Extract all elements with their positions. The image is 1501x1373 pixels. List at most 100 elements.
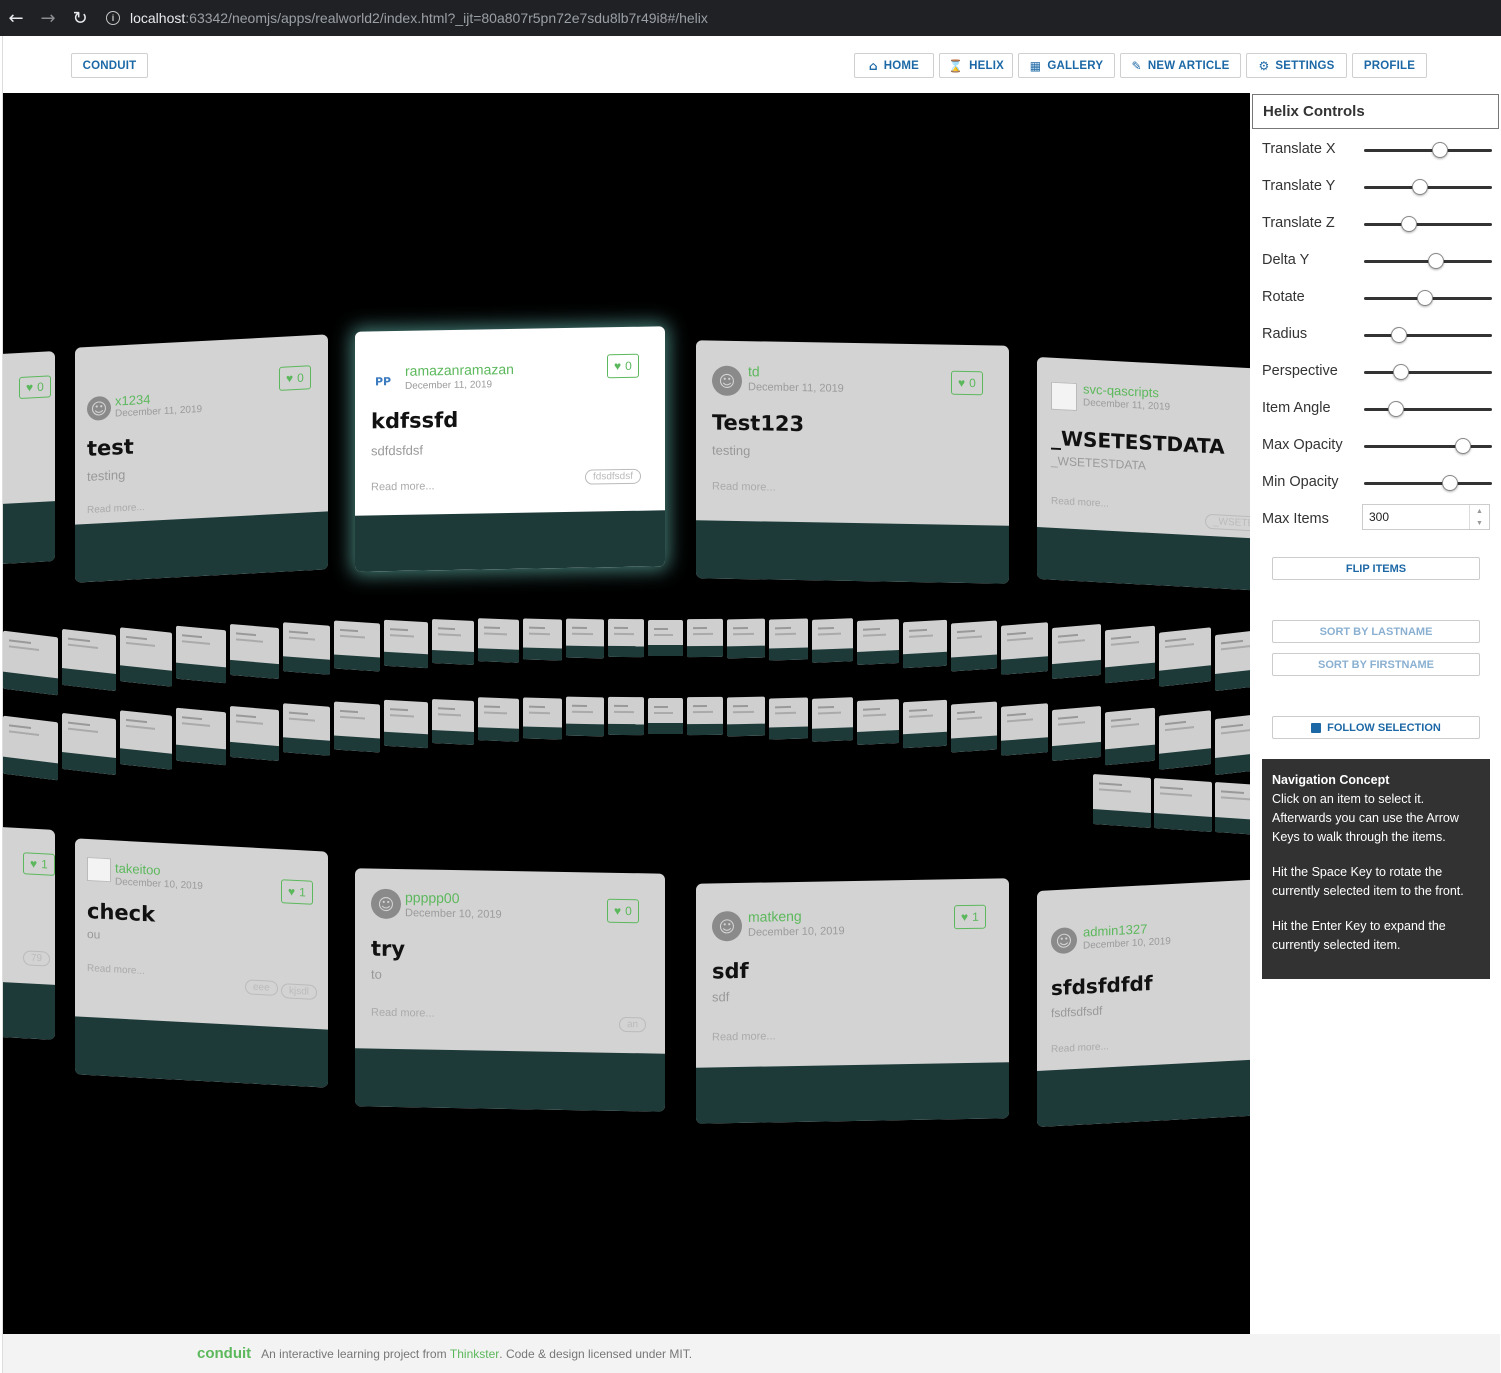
read-more-link[interactable]: Read more...	[87, 963, 145, 977]
favorite-button[interactable]: ♥ 0	[19, 375, 51, 399]
profile-button[interactable]: PROFILE	[1352, 53, 1427, 78]
helix-item-edge[interactable]: ♥ 0	[3, 351, 55, 565]
control-slider[interactable]	[1364, 401, 1492, 417]
sort-lastname-button[interactable]: SORT BY LASTNAME	[1272, 620, 1480, 643]
helix-mini-item[interactable]	[230, 623, 279, 680]
helix-mini-item[interactable]	[1001, 622, 1048, 675]
helix-mini-item[interactable]	[566, 618, 604, 659]
author-link[interactable]: ppppp00	[405, 889, 460, 906]
helix-mini-item[interactable]	[176, 707, 226, 766]
tag-pill[interactable]: _WSETES	[1205, 513, 1250, 533]
favorite-button[interactable]: ♥ 0	[279, 365, 311, 391]
helix-mini-item[interactable]	[3, 715, 58, 781]
slider-track[interactable]	[1364, 149, 1492, 152]
tag-pill[interactable]: 79	[23, 950, 51, 967]
sort-firstname-button[interactable]: SORT BY FIRSTNAME	[1272, 653, 1480, 676]
helix-mini-item[interactable]	[1215, 628, 1250, 692]
helix-mini-item[interactable]	[608, 696, 644, 736]
helix-mini-item[interactable]	[1105, 707, 1155, 766]
control-slider[interactable]	[1364, 253, 1492, 269]
helix-mini-item[interactable]	[1105, 625, 1155, 684]
helix-mini-item[interactable]	[1159, 710, 1211, 770]
helix-mini-item[interactable]	[432, 699, 474, 745]
slider-thumb[interactable]	[1388, 401, 1404, 417]
helix-item[interactable]: ☺ td December 11, 2019 ♥ 0 Test123 testin…	[696, 340, 1009, 584]
helix-mini-item[interactable]	[648, 698, 683, 734]
helix-mini-item[interactable]	[120, 627, 172, 687]
tag-pill[interactable]: fdsdfsdsf	[585, 468, 642, 485]
read-more-link[interactable]: Read more...	[1051, 1041, 1109, 1055]
conduit-brand-button[interactable]: CONDUIT	[71, 53, 148, 78]
helix-mini-item[interactable]	[283, 703, 330, 756]
home-button[interactable]: ⌂ HOME	[854, 53, 934, 78]
helix-mini-item[interactable]	[230, 705, 279, 762]
helix-mini-item[interactable]	[62, 712, 116, 776]
helix-mini-item[interactable]	[903, 699, 947, 749]
helix-mini-item[interactable]	[857, 619, 899, 665]
slider-thumb[interactable]	[1454, 438, 1471, 454]
favorite-button[interactable]: ♥ 1	[954, 904, 986, 930]
slider-thumb[interactable]	[1390, 327, 1407, 343]
read-more-link[interactable]: Read more...	[371, 480, 435, 493]
helix-item[interactable]: ☺ admin1327 December 10, 2019 sfdsfdfdf …	[1037, 878, 1250, 1128]
helix-mini-item[interactable]	[769, 618, 808, 661]
helix-mini-item[interactable]	[176, 625, 226, 684]
slider-track[interactable]	[1364, 223, 1492, 226]
helix-mini-item[interactable]	[608, 618, 644, 658]
helix-item[interactable]: takeitoo December 10, 2019 ♥ 1 check ou R…	[75, 838, 328, 1088]
helix-mini-item[interactable]	[1215, 712, 1250, 776]
forward-arrow-icon[interactable]: →	[32, 0, 64, 36]
slider-track[interactable]	[1364, 371, 1492, 374]
max-items-input[interactable]: 300 ▲ ▼	[1362, 504, 1490, 530]
helix-item[interactable]: svc-qascripts December 11, 2019 _WSETEST…	[1037, 356, 1250, 592]
footer-logo[interactable]: conduit	[197, 1345, 251, 1362]
favorite-button[interactable]: ♥ 0	[607, 898, 639, 924]
slider-thumb[interactable]	[1400, 216, 1417, 232]
helix-mini-item[interactable]	[727, 696, 765, 737]
helix-mini-item[interactable]	[62, 628, 116, 692]
slider-track[interactable]	[1364, 445, 1492, 448]
follow-selection-button[interactable]: FOLLOW SELECTION	[1272, 716, 1480, 739]
slider-thumb[interactable]	[1427, 253, 1444, 269]
author-link[interactable]: matkeng	[748, 908, 802, 925]
favorite-button[interactable]: ♥ 0	[607, 353, 639, 379]
helix-button[interactable]: ⌛ HELIX	[939, 53, 1013, 78]
helix-mini-item[interactable]	[1052, 705, 1101, 762]
back-arrow-icon[interactable]: ←	[0, 0, 32, 36]
thinkster-link[interactable]: Thinkster	[450, 1347, 499, 1361]
favorite-button[interactable]: ♥ 1	[281, 879, 313, 905]
helix-mini-item[interactable]	[566, 696, 604, 737]
control-slider[interactable]	[1364, 179, 1492, 195]
helix-mini-item[interactable]	[523, 697, 562, 740]
helix-mini-item[interactable]	[384, 619, 428, 669]
gallery-button[interactable]: ▦ GALLERY	[1018, 53, 1115, 78]
slider-thumb[interactable]	[1417, 290, 1434, 306]
helix-mini-item[interactable]	[1093, 773, 1151, 829]
address-bar[interactable]: i localhost:63342/neomjs/apps/realworld2…	[106, 10, 708, 26]
author-link[interactable]: ramazanramazan	[405, 361, 514, 379]
control-slider[interactable]	[1364, 327, 1492, 343]
read-more-link[interactable]: Read more...	[712, 481, 776, 494]
helix-mini-item[interactable]	[283, 622, 330, 675]
slider-track[interactable]	[1364, 334, 1492, 337]
author-link[interactable]: takeitoo	[115, 860, 161, 877]
slider-thumb[interactable]	[1393, 364, 1410, 380]
favorite-button[interactable]: ♥ 1	[23, 852, 55, 876]
read-more-link[interactable]: Read more...	[371, 1007, 435, 1020]
helix-mini-item[interactable]	[1001, 703, 1048, 756]
helix-mini-item[interactable]	[769, 697, 808, 740]
control-slider[interactable]	[1364, 290, 1492, 306]
tag-pill[interactable]: kjsdl	[281, 983, 318, 1001]
control-slider[interactable]	[1364, 216, 1492, 232]
control-slider[interactable]	[1364, 438, 1492, 454]
helix-mini-item[interactable]	[648, 620, 683, 656]
helix-mini-item[interactable]	[384, 699, 428, 749]
read-more-link[interactable]: Read more...	[712, 1030, 776, 1043]
helix-stage[interactable]: ♥ 0 ☺ x1234 December 11, 2019 ♥ 0 test tes…	[3, 93, 1250, 1334]
new-article-button[interactable]: ✎ NEW ARTICLE	[1120, 53, 1241, 78]
helix-mini-item[interactable]	[903, 619, 947, 669]
helix-item-selected[interactable]: PP ramazanramazan December 11, 2019 ♥ 0 k…	[355, 326, 665, 572]
helix-mini-item[interactable]	[1215, 781, 1250, 837]
helix-mini-item[interactable]	[1159, 627, 1211, 687]
helix-mini-item[interactable]	[812, 697, 853, 742]
